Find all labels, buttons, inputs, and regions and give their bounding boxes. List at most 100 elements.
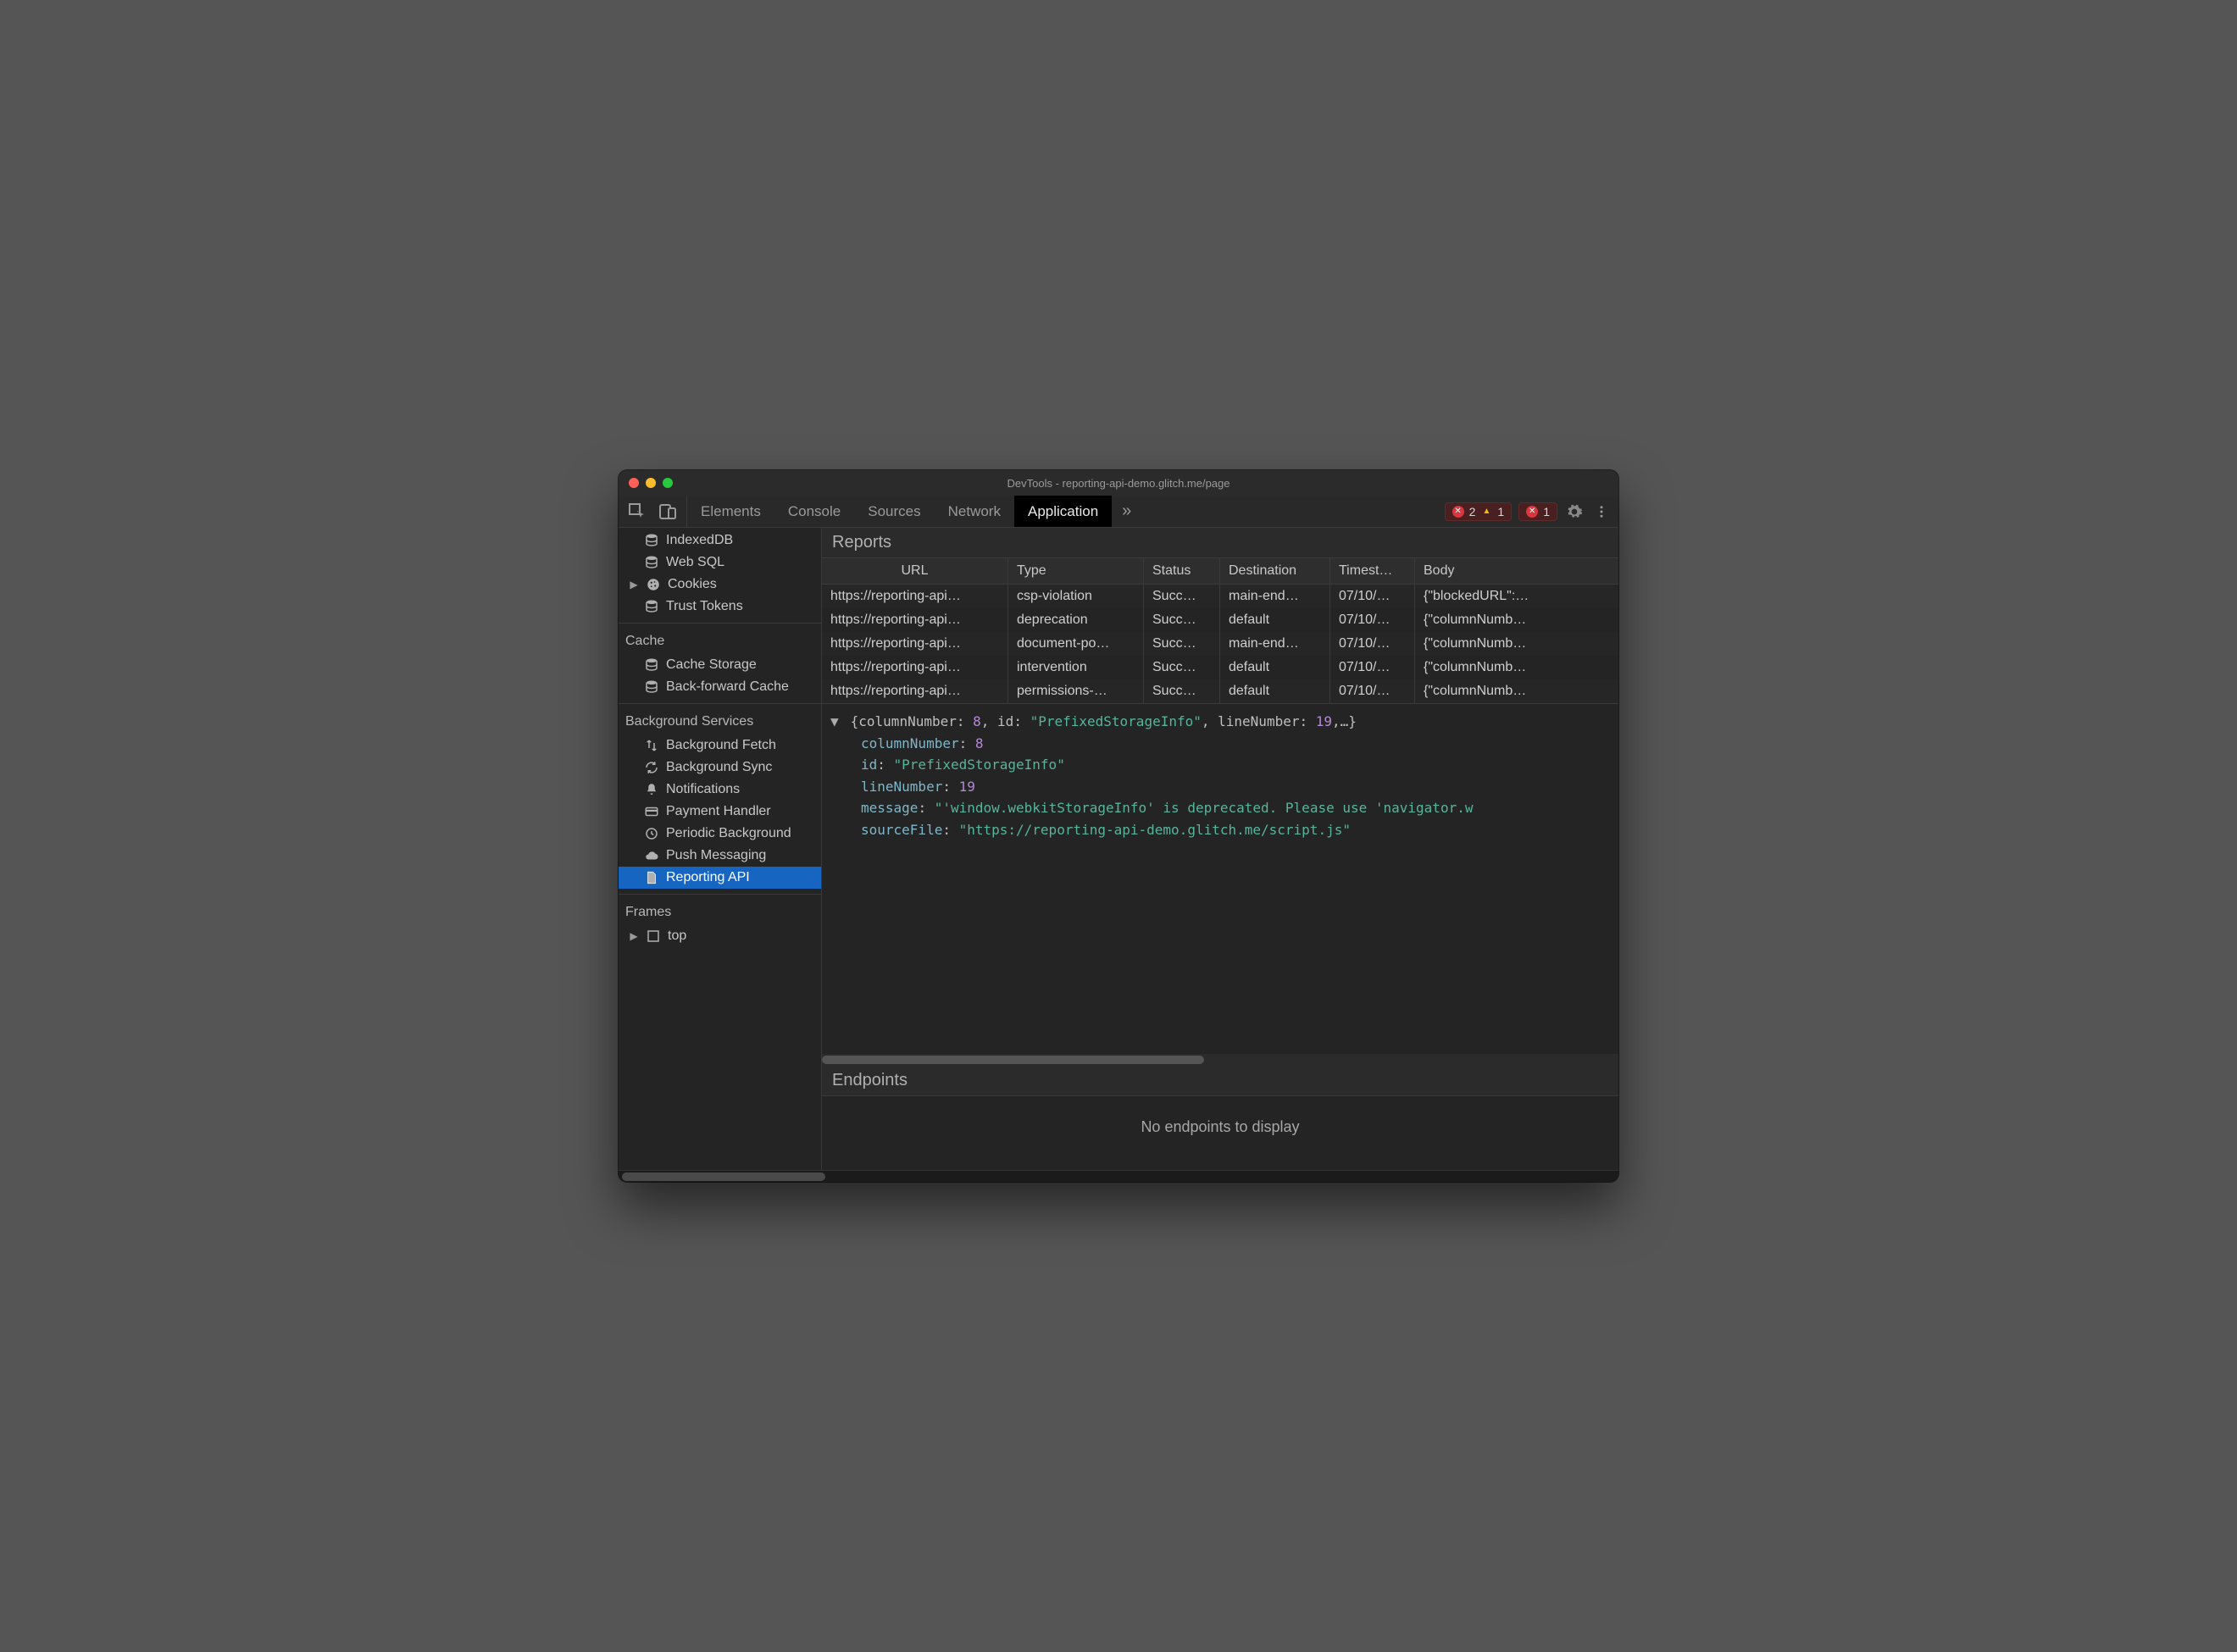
console-error-warning-badge[interactable]: ✕ 2 ▲ 1 [1445,502,1513,521]
sidebar-item-label: Trust Tokens [666,599,743,614]
error-count: 2 [1469,505,1476,518]
endpoints-section-title: Endpoints [822,1066,1618,1096]
table-cell-body: {"columnNumb… [1415,679,1618,703]
sidebar-item-label: Cache Storage [666,657,757,673]
warning-icon: ▲ [1480,506,1492,518]
sidebar-item-push-messaging[interactable]: Push Messaging [619,845,821,867]
console-messages-badge[interactable]: ✕ 1 [1518,502,1557,521]
card-icon [644,804,659,819]
sidebar-item-periodic-background[interactable]: Periodic Background [619,823,821,845]
sidebar-item-cache-storage[interactable]: Cache Storage [619,654,821,676]
table-cell-destination: default [1220,679,1330,703]
devtools-tabbar: ElementsConsoleSourcesNetworkApplication… [619,496,1618,528]
table-row[interactable]: https://reporting-api…interventionSucc…d… [822,656,1618,679]
sidebar-item-label: Background Sync [666,760,772,775]
table-cell-destination: default [1220,608,1330,632]
inspect-element-icon[interactable] [627,502,647,522]
table-cell-destination: main-end… [1220,585,1330,608]
table-cell-body: {"columnNumb… [1415,632,1618,656]
sidebar-item-top[interactable]: ▶top [619,925,821,947]
window-zoom-button[interactable] [663,478,673,488]
table-cell-status: Succ… [1144,679,1220,703]
table-row[interactable]: https://reporting-api…document-po…Succ…m… [822,632,1618,656]
reports-column-header[interactable]: Timest… [1330,558,1415,585]
table-cell-type: deprecation [1008,608,1144,632]
table-cell-destination: default [1220,656,1330,679]
device-toolbar-icon[interactable] [658,502,678,522]
tab-elements[interactable]: Elements [687,496,774,527]
sidebar-item-notifications[interactable]: Notifications [619,779,821,801]
reports-table: URLTypeStatusDestinationTimest…Body http… [822,558,1618,704]
sidebar-item-label: IndexedDB [666,533,733,548]
reports-column-header[interactable]: Type [1008,558,1144,585]
sidebar-item-background-fetch[interactable]: Background Fetch [619,735,821,757]
clock-icon [644,826,659,841]
reports-column-header[interactable]: URL [822,558,1008,585]
tab-console[interactable]: Console [774,496,854,527]
table-cell-body: {"blockedURL":… [1415,585,1618,608]
error-icon: ✕ [1452,506,1464,518]
settings-gear-icon[interactable] [1564,502,1585,522]
sidebar-item-trust-tokens[interactable]: Trust Tokens [619,596,821,618]
expand-caret-icon[interactable]: ▶ [629,579,639,590]
message-icon: ✕ [1526,506,1538,518]
table-cell-status: Succ… [1144,656,1220,679]
table-cell-status: Succ… [1144,585,1220,608]
sidebar-item-back-forward-cache[interactable]: Back-forward Cache [619,676,821,698]
tab-application[interactable]: Application [1014,496,1112,527]
sidebar-group-cache: Cache [619,625,821,654]
table-cell-body: {"columnNumb… [1415,656,1618,679]
sidebar-item-indexeddb[interactable]: IndexedDB [619,529,821,552]
cloud-icon [644,848,659,863]
table-row[interactable]: https://reporting-api…csp-violationSucc…… [822,585,1618,608]
table-cell-type: document-po… [1008,632,1144,656]
window-close-button[interactable] [629,478,639,488]
sidebar-item-payment-handler[interactable]: Payment Handler [619,801,821,823]
table-cell-type: csp-violation [1008,585,1144,608]
sidebar-item-label: Notifications [666,782,740,797]
table-cell-url: https://reporting-api… [822,608,1008,632]
report-detail-console[interactable]: ▼ {columnNumber: 8, id: "PrefixedStorage… [822,704,1618,1054]
sidebar-item-label: Push Messaging [666,848,766,863]
table-cell-url: https://reporting-api… [822,679,1008,703]
sidebar-item-background-sync[interactable]: Background Sync [619,757,821,779]
db-icon [644,555,659,570]
application-main-panel: Reports URLTypeStatusDestinationTimest…B… [822,528,1618,1170]
table-row[interactable]: https://reporting-api…permissions-…Succ…… [822,679,1618,703]
table-row[interactable]: https://reporting-api…deprecationSucc…de… [822,608,1618,632]
reports-column-header[interactable]: Destination [1220,558,1330,585]
table-cell-timestamp: 07/10/… [1330,585,1415,608]
table-cell-url: https://reporting-api… [822,585,1008,608]
reports-column-header[interactable]: Status [1144,558,1220,585]
more-options-icon[interactable] [1591,502,1612,522]
window-titlebar: DevTools - reporting-api-demo.glitch.me/… [619,470,1618,496]
reports-column-header[interactable]: Body [1415,558,1618,585]
tab-network[interactable]: Network [935,496,1014,527]
tab-sources[interactable]: Sources [854,496,934,527]
expand-caret-icon[interactable]: ▼ [830,711,842,733]
sidebar-item-label: Payment Handler [666,804,771,819]
sidebar-item-web-sql[interactable]: Web SQL [619,552,821,574]
sidebar-item-label: Background Fetch [666,738,776,753]
table-cell-timestamp: 07/10/… [1330,679,1415,703]
detail-horizontal-scrollbar[interactable] [822,1054,1618,1066]
sidebar-item-label: Web SQL [666,555,724,570]
table-cell-url: https://reporting-api… [822,656,1008,679]
sidebar-group-frames: Frames [619,896,821,925]
sidebar-item-cookies[interactable]: ▶Cookies [619,574,821,596]
table-cell-status: Succ… [1144,608,1220,632]
table-cell-status: Succ… [1144,632,1220,656]
expand-caret-icon[interactable]: ▶ [629,930,639,942]
table-cell-destination: main-end… [1220,632,1330,656]
sidebar-group-background-services: Background Services [619,706,821,735]
table-cell-type: intervention [1008,656,1144,679]
sidebar-item-reporting-api[interactable]: Reporting API [619,867,821,889]
cookie-icon [646,577,661,592]
window-horizontal-scrollbar[interactable] [619,1170,1618,1182]
window-minimize-button[interactable] [646,478,656,488]
devtools-window: DevTools - reporting-api-demo.glitch.me/… [619,470,1618,1182]
more-tabs-button[interactable]: » [1112,496,1141,527]
sidebar-item-label: Back-forward Cache [666,679,789,695]
sidebar-item-label: Periodic Background [666,826,791,841]
doc-icon [644,870,659,885]
